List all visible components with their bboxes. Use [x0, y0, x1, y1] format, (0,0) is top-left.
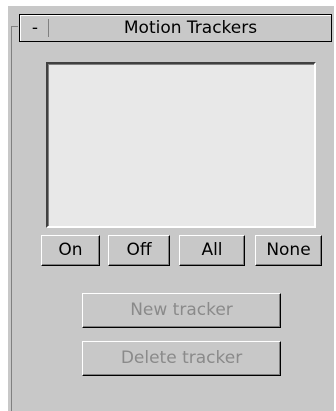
rollout-frame-tick — [11, 26, 18, 27]
all-button[interactable]: All — [179, 235, 245, 266]
rollout-frame-line — [11, 26, 12, 411]
on-button[interactable]: On — [41, 235, 100, 266]
off-button[interactable]: Off — [108, 235, 170, 266]
new-tracker-button[interactable]: New tracker — [82, 293, 281, 328]
rollout-title: Motion Trackers — [123, 18, 258, 38]
tracker-list[interactable] — [46, 62, 316, 228]
none-button[interactable]: None — [255, 235, 322, 266]
rollout-header-motion-trackers[interactable]: - Motion Trackers — [19, 14, 332, 42]
header-divider — [48, 19, 49, 37]
delete-tracker-button[interactable]: Delete tracker — [82, 341, 281, 376]
collapse-toggle[interactable]: - — [28, 19, 42, 37]
